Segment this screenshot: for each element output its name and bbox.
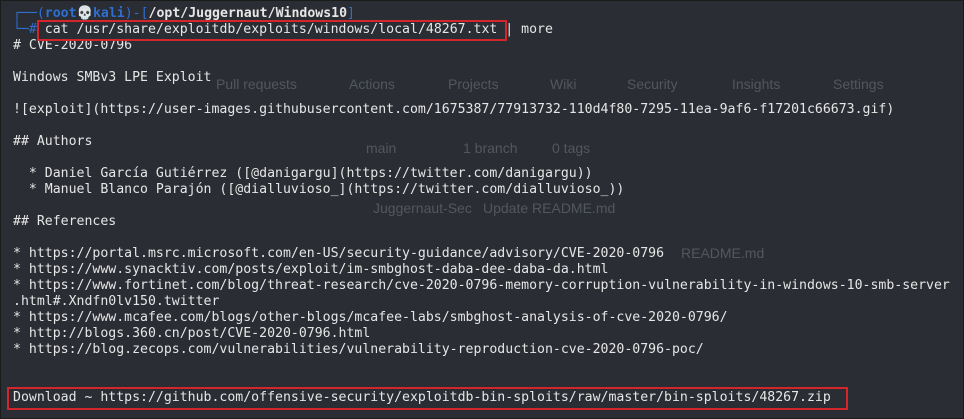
command-pipe: | more — [505, 22, 553, 37]
output-line-15: * https://www.synacktiv.com/posts/exploi… — [13, 262, 609, 277]
output-line-19: * http://blogs.360.cn/post/CVE-2020-0796… — [13, 326, 371, 341]
output-line-18: * https://www.mcafee.com/blogs/other-blo… — [13, 310, 728, 325]
output-line-17: .html#.Xndfn0lv150.twitter — [13, 294, 220, 309]
prompt-open: ┌──( — [13, 6, 45, 21]
output-line-16: * https://www.fortinet.com/blog/threat-r… — [13, 278, 950, 293]
prompt-path: /opt/Juggernaut/Windows10 — [148, 6, 348, 21]
terminal-window: Pull requests Actions Projects Wiki Secu… — [0, 0, 964, 419]
output-line-7: ## Authors — [13, 134, 93, 149]
output-line-5: ![exploit](https://user-images.githubuse… — [13, 102, 895, 117]
output-line-14: * https://portal.msrc.microsoft.com/en-U… — [13, 246, 665, 261]
command-highlight-box — [37, 20, 507, 41]
terminal-output: ┌──(root💀kali)-[/opt/Juggernaut/Windows1… — [1, 1, 963, 418]
output-line-9: * Daniel García Gutiérrez ([@danigargu](… — [13, 166, 593, 181]
prompt-user: root💀kali — [44, 6, 125, 21]
prompt-close: ] — [347, 6, 355, 21]
prompt-prefix: └─# — [13, 22, 37, 37]
download-highlight-box — [7, 387, 848, 410]
output-line-10: * Manuel Blanco Parajón ([@dialluvioso_]… — [13, 182, 625, 197]
output-line-20: * https://blog.zecops.com/vulnerabilitie… — [13, 342, 704, 357]
output-line-12: ## References — [13, 214, 117, 229]
output-line-3: Windows SMBv3 LPE Exploit — [13, 70, 212, 85]
prompt-mid: )-[ — [124, 6, 149, 21]
